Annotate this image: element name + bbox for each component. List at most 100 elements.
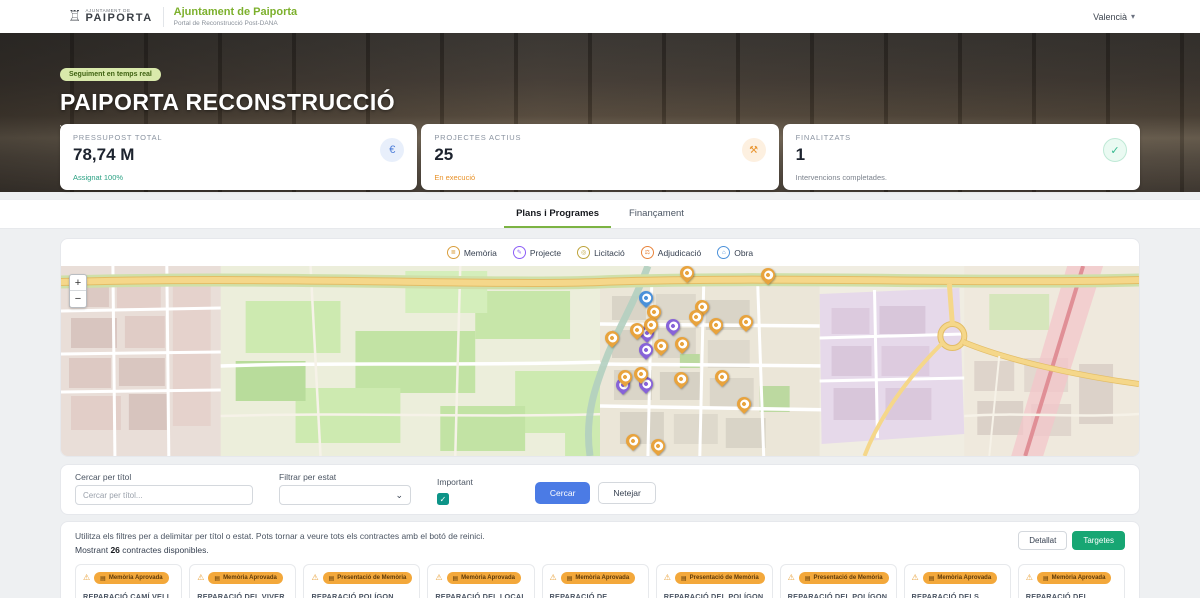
project-card[interactable]: ⚠ ▤Memòria Aprovada REPARACIÓ DELS HORTS… [904, 564, 1011, 598]
state-select[interactable]: ⌄ [279, 485, 411, 505]
chevron-down-icon: ▾ [1131, 12, 1135, 21]
helmet-icon: ⌂ [717, 246, 730, 259]
stat-value: 25 [434, 145, 765, 165]
status-badge: ▤Presentació de Memòria [799, 572, 889, 584]
map-marker-memoria[interactable] [624, 431, 644, 451]
warning-icon: ⚠ [197, 574, 204, 582]
document-icon: ▤ [929, 575, 935, 582]
results-hint: Utilitza els filtres per a delimitar per… [75, 531, 1125, 541]
legend-item-memoria: ≣ Memòria [447, 246, 497, 259]
status-badge: ▤Presentació de Memòria [323, 572, 413, 584]
map-marker-memoria[interactable] [672, 334, 692, 354]
stat-card-budget: PRESSUPOST TOTAL 78,74 M Assignat 100% € [60, 124, 417, 190]
page-title: PAIPORTA RECONSTRUCCIÓ [60, 89, 395, 116]
map-marker-memoria[interactable] [736, 312, 756, 332]
reset-button[interactable]: Netejar [598, 482, 655, 504]
stats-row: PRESSUPOST TOTAL 78,74 M Assignat 100% €… [60, 124, 1140, 190]
memoria-icon: ≣ [447, 246, 460, 259]
map-marker-memoria[interactable] [652, 336, 672, 356]
city-logo[interactable]: ♖ AJUNTAMENT DE PAIPORTA [68, 9, 153, 25]
map[interactable]: + − [61, 266, 1139, 456]
status-badge: ▤Memòria Aprovada [1037, 572, 1111, 584]
warning-icon: ⚠ [435, 574, 442, 582]
document-icon: ▤ [100, 575, 106, 582]
map-markers [61, 266, 1139, 456]
stat-label: PRESSUPOST TOTAL [73, 133, 404, 142]
city-crest-icon: ♖ [68, 9, 81, 24]
language-switcher[interactable]: Valencià ▾ [1093, 12, 1135, 22]
pencil-icon: ✎ [513, 246, 526, 259]
warning-icon: ⚠ [1026, 574, 1033, 582]
project-title: REPARACIÓ DELS HORTS URBANS [912, 592, 1003, 598]
map-marker-memoria[interactable] [707, 315, 727, 335]
warning-icon: ⚠ [912, 574, 919, 582]
zoom-out-button[interactable]: − [70, 291, 86, 307]
warning-icon: ⚠ [664, 574, 671, 582]
logo-name-text: PAIPORTA [85, 13, 152, 24]
view-toggle: Detallat Targetes [1018, 531, 1125, 550]
project-card[interactable]: ⚠ ▤Memòria Aprovada REPARACIÓ DEL SECTOR… [1018, 564, 1125, 598]
stat-footer: En execució [434, 173, 765, 182]
chevron-down-icon: ⌄ [395, 490, 403, 501]
stat-value: 1 [796, 145, 1127, 165]
language-label: Valencià [1093, 12, 1127, 22]
search-input[interactable] [75, 485, 253, 505]
app-subtitle: Portal de Reconstrucció Post-DANA [174, 20, 297, 27]
stat-value: 78,74 M [73, 145, 404, 165]
project-card[interactable]: ⚠ ▤Memòria Aprovada REPARACIÓ DEL LOCAL … [427, 564, 534, 598]
detailed-view-button[interactable]: Detallat [1018, 531, 1067, 550]
status-badge: ▤Memòria Aprovada [94, 572, 168, 584]
project-card[interactable]: ⚠ ▤Memòria Aprovada REPARACIÓ DE L'EDIFI… [542, 564, 649, 598]
live-badge: Seguiment en temps real [60, 68, 161, 81]
results-count: Mostrant 26 contractes disponibles. [75, 545, 1125, 555]
map-marker-memoria[interactable] [677, 263, 697, 283]
tab-financament[interactable]: Finançament [617, 200, 696, 228]
project-title: REPARACIÓ DEL POLÍGON L'ESTACIÓ [664, 592, 765, 598]
legend-item-licitacio: ◎ Licitació [577, 246, 625, 259]
map-marker-memoria[interactable] [735, 394, 755, 414]
check-circle-icon: ✓ [1103, 138, 1127, 162]
hero-section: Seguiment en temps real PAIPORTA RECONST… [0, 33, 1200, 192]
project-card[interactable]: ⚠ ▤Presentació de Memòria REPARACIÓ DEL … [656, 564, 773, 598]
project-title: REPARACIÓ CAMÍ VELL DE PICASSENT (CV-400… [83, 592, 174, 598]
warning-icon: ⚠ [788, 574, 795, 582]
document-icon: ▤ [329, 575, 335, 582]
status-badge: ▤Memòria Aprovada [208, 572, 282, 584]
stat-card-finished: FINALITZATS 1 Intervencions completades.… [783, 124, 1140, 190]
map-marker-memoria[interactable] [671, 369, 691, 389]
brand-divider [163, 7, 164, 27]
warning-icon: ⚠ [550, 574, 557, 582]
project-card[interactable]: ⚠ ▤Presentació de Memòria REPARACIÓ DEL … [780, 564, 897, 598]
stat-footer: Intervencions completades. [796, 173, 1127, 182]
cards-view-button[interactable]: Targetes [1072, 531, 1125, 550]
search-label: Cercar per títol [75, 472, 253, 482]
legend-item-projecte: ✎ Projecte [513, 246, 561, 259]
project-card[interactable]: ⚠ ▤Memòria Aprovada REPARACIÓ DEL VIVER … [189, 564, 296, 598]
important-checkbox[interactable]: ✓ [437, 493, 449, 505]
project-title: REPARACIÓ DEL POLÍGON LA PASQUALETA [788, 592, 889, 598]
magnifier-icon: ◎ [577, 246, 590, 259]
legend-item-adjudicacio: ⚖ Adjudicació [641, 246, 701, 259]
state-filter-label: Filtrar per estat [279, 472, 411, 482]
map-marker-memoria[interactable] [648, 436, 668, 456]
zoom-in-button[interactable]: + [70, 275, 86, 291]
stat-footer: Assignat 100% [73, 173, 404, 182]
app-title: Ajuntament de Paiporta [174, 6, 297, 18]
map-marker-memoria[interactable] [712, 367, 732, 387]
project-card[interactable]: ⚠ ▤Presentació de Memòria REPARACIÓ POLÍ… [303, 564, 420, 598]
map-marker-memoria[interactable] [602, 328, 622, 348]
project-title: REPARACIÓ DEL VIVER D'EMPRESES [197, 592, 288, 598]
document-icon: ▤ [1043, 575, 1049, 582]
status-badge: ▤Memòria Aprovada [447, 572, 521, 584]
warning-icon: ⚠ [311, 574, 318, 582]
stat-label: PROJECTES ACTIUS [434, 133, 765, 142]
project-card[interactable]: ⚠ ▤Memòria Aprovada REPARACIÓ CAMÍ VELL … [75, 564, 182, 598]
search-button[interactable]: Cercar [535, 482, 591, 504]
filter-bar: Cercar per títol Filtrar per estat ⌄ Imp… [60, 464, 1140, 515]
project-title: REPARACIÓ DEL SECTOR 2 [1026, 592, 1117, 598]
map-marker-memoria[interactable] [758, 265, 778, 285]
map-marker-projecte[interactable] [663, 316, 683, 336]
tab-plans-i-programes[interactable]: Plans i Programes [504, 200, 611, 228]
status-badge: ▤Presentació de Memòria [675, 572, 765, 584]
map-zoom-control: + − [69, 274, 87, 308]
